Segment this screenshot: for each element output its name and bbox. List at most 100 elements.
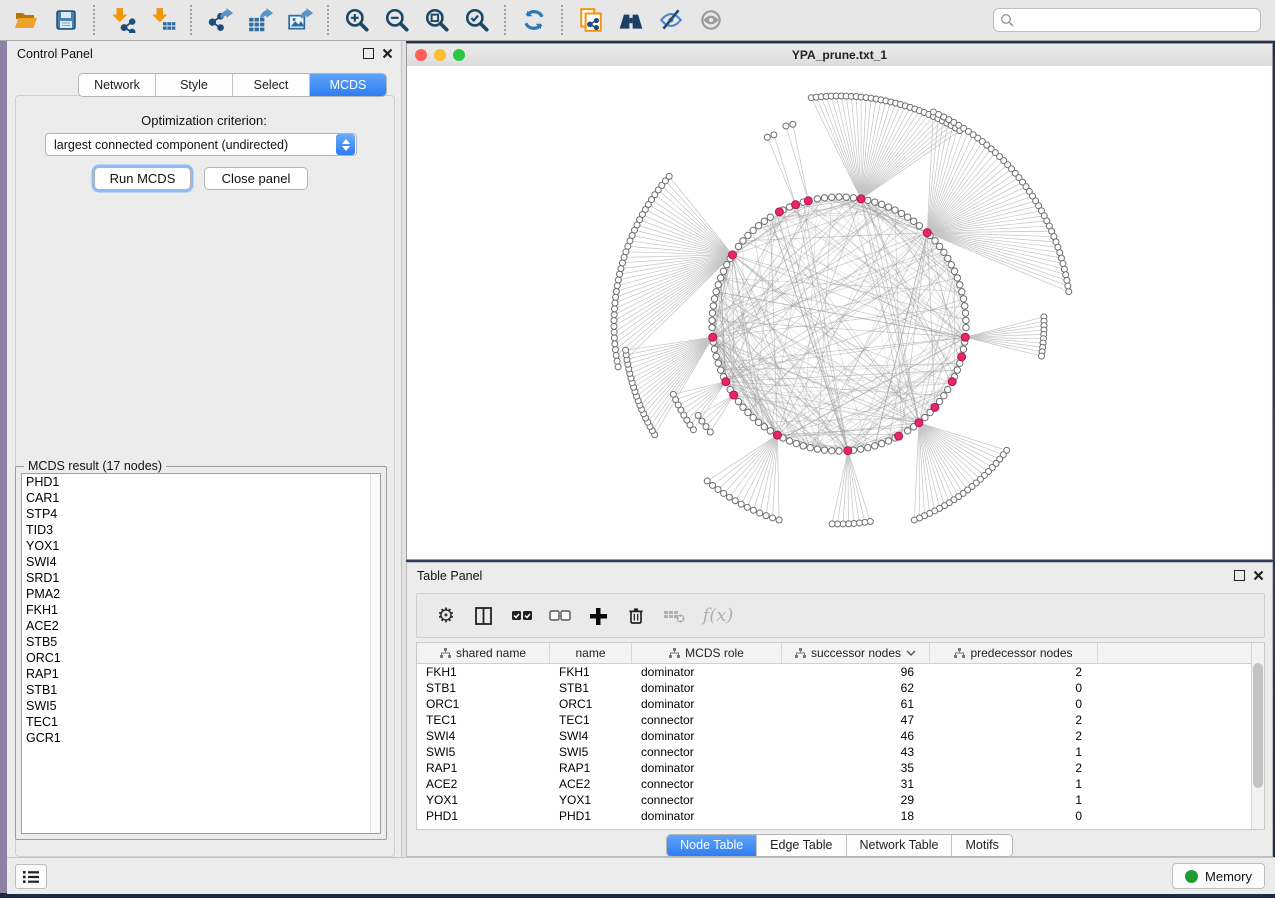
mcds-result-item[interactable]: ACE2	[22, 618, 380, 634]
graph-node[interactable]	[963, 324, 969, 330]
show-all-button[interactable]	[691, 3, 731, 37]
graph-node[interactable]	[713, 289, 719, 295]
table-cell[interactable]: 2	[930, 712, 1098, 728]
graph-node[interactable]	[717, 275, 723, 281]
graph-node[interactable]	[829, 448, 835, 454]
table-row[interactable]: YOX1YOX1connector291	[417, 792, 1264, 808]
table-cell[interactable]: 2	[930, 728, 1098, 744]
table-cell[interactable]: SWI4	[417, 728, 550, 744]
graph-node[interactable]	[916, 222, 922, 228]
tab-edge-table[interactable]: Edge Table	[757, 835, 846, 856]
graph-node[interactable]	[755, 222, 761, 228]
table-cell[interactable]: dominator	[632, 760, 782, 776]
mcds-list-scrollbar[interactable]	[370, 474, 380, 833]
tab-network-table[interactable]: Network Table	[847, 835, 953, 856]
graph-node[interactable]	[962, 310, 968, 316]
graph-node[interactable]	[814, 446, 820, 452]
graph-leaf-node[interactable]	[670, 391, 676, 397]
graph-node[interactable]	[750, 414, 756, 420]
graph-node[interactable]	[910, 218, 916, 224]
mcds-result-item[interactable]: PMA2	[22, 586, 380, 602]
function-builder-button[interactable]: f(x)	[695, 599, 741, 633]
graph-leaf-node[interactable]	[703, 424, 709, 430]
graph-node[interactable]	[829, 194, 835, 200]
table-cell[interactable]: ACE2	[417, 776, 550, 792]
graph-node[interactable]	[745, 232, 751, 238]
table-cell[interactable]: YOX1	[550, 792, 632, 808]
graph-leaf-node[interactable]	[1064, 277, 1070, 283]
mcds-result-item[interactable]: STB1	[22, 682, 380, 698]
table-cell[interactable]: TEC1	[417, 712, 550, 728]
graph-leaf-node[interactable]	[613, 288, 619, 294]
run-mcds-button[interactable]: Run MCDS	[94, 167, 191, 190]
table-cell[interactable]: YOX1	[417, 792, 550, 808]
table-cell[interactable]: dominator	[632, 664, 782, 680]
graph-node[interactable]	[941, 249, 947, 255]
graph-node[interactable]	[922, 414, 928, 420]
hide-selected-button[interactable]	[651, 3, 691, 37]
mcds-result-item[interactable]: PHD1	[22, 474, 380, 490]
graph-node[interactable]	[709, 310, 715, 316]
mcds-result-item[interactable]: STB5	[22, 634, 380, 650]
mcds-result-item[interactable]: CAR1	[22, 490, 380, 506]
table-cell[interactable]: STB1	[550, 680, 632, 696]
graph-node[interactable]	[948, 262, 954, 268]
graph-leaf-node[interactable]	[744, 504, 750, 510]
graph-leaf-node[interactable]	[1065, 283, 1071, 289]
graph-leaf-node[interactable]	[611, 329, 617, 335]
graph-node[interactable]	[786, 438, 792, 444]
table-scrollbar[interactable]	[1251, 643, 1264, 829]
close-panel-button[interactable]: Close panel	[204, 167, 308, 190]
table-cell[interactable]: 46	[782, 728, 930, 744]
mcds-result-item[interactable]: YOX1	[22, 538, 380, 554]
graph-node[interactable]	[821, 195, 827, 201]
zoom-out-button[interactable]	[377, 3, 417, 37]
table-cell[interactable]: SWI5	[417, 744, 550, 760]
graph-leaf-node[interactable]	[776, 517, 782, 523]
table-row[interactable]: SWI5SWI5connector431	[417, 744, 1264, 760]
mcds-result-item[interactable]: GCR1	[22, 730, 380, 746]
table-row[interactable]: ORC1ORC1dominator610	[417, 696, 1264, 712]
graph-leaf-node[interactable]	[764, 134, 770, 140]
graph-leaf-node[interactable]	[695, 412, 701, 418]
table-cell[interactable]: 2	[930, 760, 1098, 776]
column-header-MCDS-role[interactable]: MCDS role	[632, 643, 782, 663]
deselect-all-columns-button[interactable]	[543, 599, 577, 633]
graph-node[interactable]	[960, 296, 966, 302]
graph-node[interactable]	[767, 214, 773, 220]
graph-hub-node[interactable]	[958, 353, 966, 361]
graph-leaf-node[interactable]	[771, 132, 777, 138]
graph-node[interactable]	[963, 317, 969, 323]
open-session-button[interactable]	[6, 3, 46, 37]
delete-table-button[interactable]	[657, 599, 691, 633]
import-table-button[interactable]	[143, 3, 183, 37]
show-console-button[interactable]	[15, 864, 47, 889]
graph-leaf-node[interactable]	[1063, 272, 1069, 278]
mcds-result-item[interactable]: STP4	[22, 506, 380, 522]
table-cell[interactable]: 35	[782, 760, 930, 776]
close-panel-icon[interactable]	[382, 48, 393, 59]
zoom-selected-button[interactable]	[457, 3, 497, 37]
mcds-result-item[interactable]: FKH1	[22, 602, 380, 618]
first-neighbors-button[interactable]	[611, 3, 651, 37]
graph-hub-node[interactable]	[773, 431, 781, 439]
export-network-button[interactable]	[200, 3, 240, 37]
graph-node[interactable]	[723, 262, 729, 268]
table-cell[interactable]: ACE2	[550, 776, 632, 792]
table-row[interactable]: STB1STB1dominator620	[417, 680, 1264, 696]
graph-node[interactable]	[735, 398, 741, 404]
table-cell[interactable]: 47	[782, 712, 930, 728]
tab-mcds[interactable]: MCDS	[310, 74, 386, 96]
column-header-predecessor-nodes[interactable]: predecessor nodes	[930, 643, 1098, 663]
mcds-result-item[interactable]: SWI5	[22, 698, 380, 714]
graph-hub-node[interactable]	[730, 391, 738, 399]
delete-columns-button[interactable]	[619, 599, 653, 633]
mcds-result-item[interactable]: TID3	[22, 522, 380, 538]
graph-node[interactable]	[711, 296, 717, 302]
table-cell[interactable]: 2	[930, 664, 1098, 680]
graph-node[interactable]	[735, 243, 741, 249]
table-cell[interactable]: 29	[782, 792, 930, 808]
table-scrollbar-thumb[interactable]	[1253, 663, 1263, 788]
table-cell[interactable]: 1	[930, 776, 1098, 792]
column-header-shared-name[interactable]: shared name	[417, 643, 550, 663]
